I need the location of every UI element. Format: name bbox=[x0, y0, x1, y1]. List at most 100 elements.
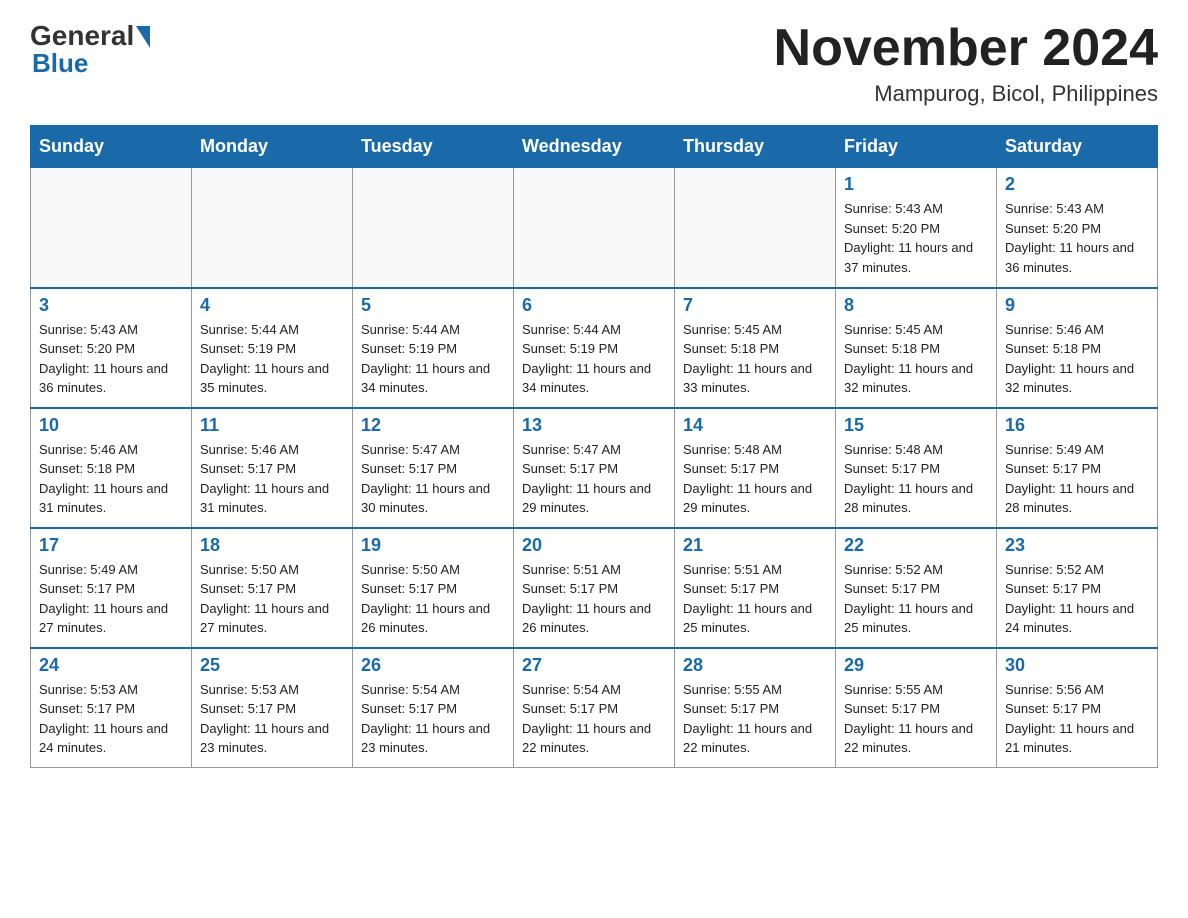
col-header-thursday: Thursday bbox=[675, 126, 836, 168]
calendar-cell: 18 Sunrise: 5:50 AMSunset: 5:17 PMDayligh… bbox=[192, 528, 353, 648]
day-number: 13 bbox=[522, 415, 666, 436]
calendar-cell: 4 Sunrise: 5:44 AMSunset: 5:19 PMDaylight… bbox=[192, 288, 353, 408]
day-info: Sunrise: 5:54 AMSunset: 5:17 PMDaylight:… bbox=[361, 680, 505, 758]
calendar-week-row: 3 Sunrise: 5:43 AMSunset: 5:20 PMDaylight… bbox=[31, 288, 1158, 408]
day-info: Sunrise: 5:48 AMSunset: 5:17 PMDaylight:… bbox=[683, 440, 827, 518]
day-number: 19 bbox=[361, 535, 505, 556]
calendar-cell: 5 Sunrise: 5:44 AMSunset: 5:19 PMDaylight… bbox=[353, 288, 514, 408]
calendar-cell: 22 Sunrise: 5:52 AMSunset: 5:17 PMDayligh… bbox=[836, 528, 997, 648]
day-number: 11 bbox=[200, 415, 344, 436]
day-number: 9 bbox=[1005, 295, 1149, 316]
calendar-week-row: 17 Sunrise: 5:49 AMSunset: 5:17 PMDayligh… bbox=[31, 528, 1158, 648]
calendar-cell bbox=[353, 168, 514, 288]
calendar-week-row: 24 Sunrise: 5:53 AMSunset: 5:17 PMDayligh… bbox=[31, 648, 1158, 768]
day-number: 27 bbox=[522, 655, 666, 676]
calendar-cell bbox=[192, 168, 353, 288]
calendar-cell: 7Sunrise: 5:45 AMSunset: 5:18 PMDaylight… bbox=[675, 288, 836, 408]
day-info: Sunrise: 5:44 AMSunset: 5:19 PMDaylight:… bbox=[361, 320, 505, 398]
calendar-table: SundayMondayTuesdayWednesdayThursdayFrid… bbox=[30, 125, 1158, 768]
day-info: Sunrise: 5:53 AMSunset: 5:17 PMDaylight:… bbox=[39, 680, 183, 758]
col-header-tuesday: Tuesday bbox=[353, 126, 514, 168]
calendar-cell: 9 Sunrise: 5:46 AMSunset: 5:18 PMDaylight… bbox=[997, 288, 1158, 408]
calendar-cell: 26 Sunrise: 5:54 AMSunset: 5:17 PMDayligh… bbox=[353, 648, 514, 768]
day-number: 8 bbox=[844, 295, 988, 316]
day-info: Sunrise: 5:56 AMSunset: 5:17 PMDaylight:… bbox=[1005, 680, 1149, 758]
day-number: 6 bbox=[522, 295, 666, 316]
day-number: 20 bbox=[522, 535, 666, 556]
calendar-header-row: SundayMondayTuesdayWednesdayThursdayFrid… bbox=[31, 126, 1158, 168]
day-number: 22 bbox=[844, 535, 988, 556]
day-number: 24 bbox=[39, 655, 183, 676]
day-info: Sunrise: 5:47 AMSunset: 5:17 PMDaylight:… bbox=[522, 440, 666, 518]
day-info: Sunrise: 5:48 AMSunset: 5:17 PMDaylight:… bbox=[844, 440, 988, 518]
calendar-cell: 30Sunrise: 5:56 AMSunset: 5:17 PMDayligh… bbox=[997, 648, 1158, 768]
col-header-saturday: Saturday bbox=[997, 126, 1158, 168]
day-info: Sunrise: 5:55 AMSunset: 5:17 PMDaylight:… bbox=[683, 680, 827, 758]
title-block: November 2024 Mampurog, Bicol, Philippin… bbox=[774, 20, 1158, 107]
day-info: Sunrise: 5:46 AMSunset: 5:18 PMDaylight:… bbox=[1005, 320, 1149, 398]
day-info: Sunrise: 5:49 AMSunset: 5:17 PMDaylight:… bbox=[1005, 440, 1149, 518]
day-number: 28 bbox=[683, 655, 827, 676]
day-info: Sunrise: 5:44 AMSunset: 5:19 PMDaylight:… bbox=[522, 320, 666, 398]
calendar-cell: 10Sunrise: 5:46 AMSunset: 5:18 PMDayligh… bbox=[31, 408, 192, 528]
calendar-cell bbox=[675, 168, 836, 288]
calendar-cell: 6 Sunrise: 5:44 AMSunset: 5:19 PMDaylight… bbox=[514, 288, 675, 408]
day-number: 14 bbox=[683, 415, 827, 436]
day-info: Sunrise: 5:49 AMSunset: 5:17 PMDaylight:… bbox=[39, 560, 183, 638]
calendar-cell: 12 Sunrise: 5:47 AMSunset: 5:17 PMDayligh… bbox=[353, 408, 514, 528]
day-number: 5 bbox=[361, 295, 505, 316]
day-info: Sunrise: 5:50 AMSunset: 5:17 PMDaylight:… bbox=[200, 560, 344, 638]
day-info: Sunrise: 5:43 AMSunset: 5:20 PMDaylight:… bbox=[1005, 199, 1149, 277]
day-info: Sunrise: 5:52 AMSunset: 5:17 PMDaylight:… bbox=[844, 560, 988, 638]
col-header-sunday: Sunday bbox=[31, 126, 192, 168]
day-info: Sunrise: 5:53 AMSunset: 5:17 PMDaylight:… bbox=[200, 680, 344, 758]
logo: General Blue bbox=[30, 20, 150, 79]
day-number: 29 bbox=[844, 655, 988, 676]
day-number: 3 bbox=[39, 295, 183, 316]
day-number: 12 bbox=[361, 415, 505, 436]
calendar-week-row: 10Sunrise: 5:46 AMSunset: 5:18 PMDayligh… bbox=[31, 408, 1158, 528]
col-header-wednesday: Wednesday bbox=[514, 126, 675, 168]
col-header-friday: Friday bbox=[836, 126, 997, 168]
day-info: Sunrise: 5:52 AMSunset: 5:17 PMDaylight:… bbox=[1005, 560, 1149, 638]
day-info: Sunrise: 5:43 AMSunset: 5:20 PMDaylight:… bbox=[844, 199, 988, 277]
day-info: Sunrise: 5:54 AMSunset: 5:17 PMDaylight:… bbox=[522, 680, 666, 758]
calendar-cell: 21 Sunrise: 5:51 AMSunset: 5:17 PMDayligh… bbox=[675, 528, 836, 648]
day-number: 7 bbox=[683, 295, 827, 316]
day-number: 21 bbox=[683, 535, 827, 556]
day-info: Sunrise: 5:44 AMSunset: 5:19 PMDaylight:… bbox=[200, 320, 344, 398]
calendar-cell: 11Sunrise: 5:46 AMSunset: 5:17 PMDayligh… bbox=[192, 408, 353, 528]
calendar-cell: 28 Sunrise: 5:55 AMSunset: 5:17 PMDayligh… bbox=[675, 648, 836, 768]
day-info: Sunrise: 5:51 AMSunset: 5:17 PMDaylight:… bbox=[683, 560, 827, 638]
location-title: Mampurog, Bicol, Philippines bbox=[774, 81, 1158, 107]
day-info: Sunrise: 5:46 AMSunset: 5:18 PMDaylight:… bbox=[39, 440, 183, 518]
calendar-cell: 14 Sunrise: 5:48 AMSunset: 5:17 PMDayligh… bbox=[675, 408, 836, 528]
calendar-cell: 20 Sunrise: 5:51 AMSunset: 5:17 PMDayligh… bbox=[514, 528, 675, 648]
calendar-week-row: 1 Sunrise: 5:43 AMSunset: 5:20 PMDaylight… bbox=[31, 168, 1158, 288]
day-number: 1 bbox=[844, 174, 988, 195]
day-number: 4 bbox=[200, 295, 344, 316]
calendar-cell: 27 Sunrise: 5:54 AMSunset: 5:17 PMDayligh… bbox=[514, 648, 675, 768]
calendar-cell bbox=[514, 168, 675, 288]
calendar-cell: 15Sunrise: 5:48 AMSunset: 5:17 PMDayligh… bbox=[836, 408, 997, 528]
calendar-cell: 13 Sunrise: 5:47 AMSunset: 5:17 PMDayligh… bbox=[514, 408, 675, 528]
day-info: Sunrise: 5:51 AMSunset: 5:17 PMDaylight:… bbox=[522, 560, 666, 638]
day-number: 2 bbox=[1005, 174, 1149, 195]
calendar-cell: 17 Sunrise: 5:49 AMSunset: 5:17 PMDayligh… bbox=[31, 528, 192, 648]
day-number: 18 bbox=[200, 535, 344, 556]
calendar-cell: 8Sunrise: 5:45 AMSunset: 5:18 PMDaylight… bbox=[836, 288, 997, 408]
day-number: 26 bbox=[361, 655, 505, 676]
calendar-cell: 19Sunrise: 5:50 AMSunset: 5:17 PMDayligh… bbox=[353, 528, 514, 648]
calendar-cell: 1 Sunrise: 5:43 AMSunset: 5:20 PMDaylight… bbox=[836, 168, 997, 288]
day-number: 17 bbox=[39, 535, 183, 556]
logo-arrow-icon bbox=[136, 26, 150, 48]
calendar-cell: 29 Sunrise: 5:55 AMSunset: 5:17 PMDayligh… bbox=[836, 648, 997, 768]
calendar-cell: 16Sunrise: 5:49 AMSunset: 5:17 PMDayligh… bbox=[997, 408, 1158, 528]
calendar-cell: 2 Sunrise: 5:43 AMSunset: 5:20 PMDaylight… bbox=[997, 168, 1158, 288]
day-info: Sunrise: 5:43 AMSunset: 5:20 PMDaylight:… bbox=[39, 320, 183, 398]
calendar-cell: 25 Sunrise: 5:53 AMSunset: 5:17 PMDayligh… bbox=[192, 648, 353, 768]
day-info: Sunrise: 5:47 AMSunset: 5:17 PMDaylight:… bbox=[361, 440, 505, 518]
month-title: November 2024 bbox=[774, 20, 1158, 77]
day-number: 25 bbox=[200, 655, 344, 676]
day-info: Sunrise: 5:55 AMSunset: 5:17 PMDaylight:… bbox=[844, 680, 988, 758]
